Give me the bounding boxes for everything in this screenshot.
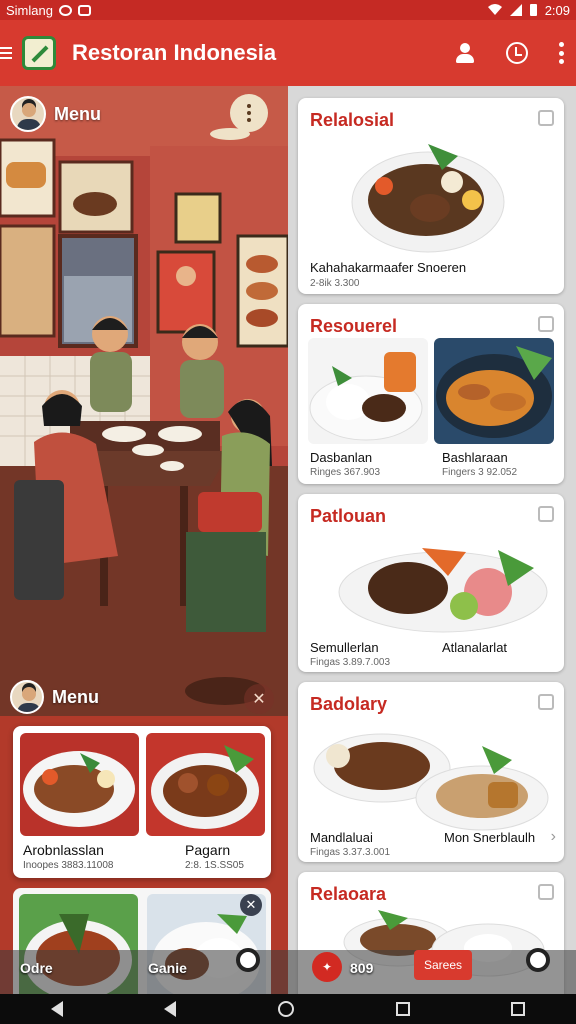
- bookmark-icon[interactable]: [538, 110, 554, 126]
- bottom-item-order[interactable]: Odre: [20, 960, 53, 976]
- logo-icon: [22, 36, 56, 70]
- card-title: Badolary: [310, 694, 388, 714]
- bottom-item-count[interactable]: 809: [350, 960, 373, 976]
- avatar[interactable]: [10, 680, 44, 714]
- bottom-overlay-bar: Odre Ganie 809: [0, 950, 576, 994]
- restaurant-card[interactable]: Badolary Mandlaluai Fingas 3.37.3.001 Mo…: [298, 682, 564, 862]
- card-subcaption: Fingas 3.89.7.003: [310, 657, 391, 668]
- more-horiz-button[interactable]: [230, 94, 268, 132]
- card-caption: Semullerlan: [310, 640, 379, 655]
- card-caption: Mon Snerblaulh: [444, 830, 536, 845]
- card-subcaption: Ringes 367.903: [310, 467, 381, 478]
- notification-icon: [77, 4, 91, 16]
- user-icon[interactable]: [454, 42, 476, 64]
- card-title: Patlouan: [310, 506, 387, 526]
- food-image: [308, 338, 428, 444]
- location-icon[interactable]: ✦: [312, 952, 342, 982]
- left-panel: Menu Menu ✕ Arobnlasslan Inoopes 3883.11…: [0, 86, 288, 994]
- card-subcaption: Fingas 3.37.3.001: [310, 847, 391, 858]
- menu-card-subtitle: Inoopes 3883.11008: [23, 860, 114, 871]
- system-nav-bar: [0, 994, 576, 1024]
- food-image: [338, 528, 548, 636]
- food-image: [434, 338, 554, 444]
- recents-icon[interactable]: [511, 1002, 526, 1016]
- carrier-label: Simlang: [6, 2, 53, 18]
- card-caption: Mandlaluai: [310, 830, 373, 845]
- card-caption: Dasbanlan: [310, 450, 373, 465]
- restaurant-illustration: [0, 86, 288, 716]
- wifi-icon: [487, 4, 502, 15]
- restaurant-card[interactable]: Resouerel Dasbanlan Ringes 367.903 Bashl…: [298, 304, 564, 484]
- card-caption: Kahahakarmaafer Snoeren: [310, 260, 467, 275]
- restaurant-card[interactable]: Patlouan Semullerlan Fingas 3.89.7.003 A…: [298, 494, 564, 672]
- home-icon[interactable]: [277, 1001, 294, 1017]
- sync-icon: [58, 4, 72, 16]
- card-title: Relalosial: [310, 110, 395, 130]
- chevron-right-icon[interactable]: ›: [551, 828, 556, 846]
- back-icon[interactable]: [164, 1001, 177, 1017]
- app-bar: Restoran Indonesia: [0, 20, 576, 86]
- food-image: [312, 716, 552, 834]
- food-image: [20, 733, 139, 836]
- menu-card[interactable]: Arobnlasslan Inoopes 3883.11008 Pagarn 2…: [13, 726, 271, 878]
- card-subcaption: Fingers 3 92.052: [442, 467, 518, 478]
- recents-icon[interactable]: [395, 1002, 410, 1016]
- left-header: Menu: [10, 96, 101, 132]
- close-icon[interactable]: ✕: [244, 684, 274, 714]
- menu-card-subtitle: 2:8. 1S.SS05: [185, 860, 244, 871]
- menu-icon[interactable]: [0, 47, 12, 59]
- battery-icon: [529, 4, 537, 16]
- bookmark-icon[interactable]: [538, 884, 554, 900]
- left-subheader: Menu: [10, 680, 99, 714]
- card-caption: Bashlaraan: [442, 450, 508, 465]
- card-caption: Atlanalarlat: [442, 640, 508, 655]
- clock-time: 2:09: [544, 2, 570, 18]
- more-vert-icon[interactable]: [558, 42, 564, 64]
- back-icon[interactable]: [50, 1001, 63, 1017]
- bookmark-icon[interactable]: [538, 694, 554, 710]
- bookmark-icon[interactable]: [538, 316, 554, 332]
- right-panel: Relalosial Kahahakarmaafer Snoeren 2-8ik…: [288, 86, 576, 994]
- record-icon[interactable]: [236, 948, 260, 972]
- signal-icon: [509, 4, 522, 16]
- card-title: Resouerel: [310, 316, 398, 336]
- status-bar: Simlang 2:09: [0, 0, 576, 20]
- menu-card-title: Pagarn: [185, 842, 231, 858]
- bookmark-icon[interactable]: [538, 506, 554, 522]
- record-icon[interactable]: [526, 948, 550, 972]
- avatar[interactable]: [10, 96, 46, 132]
- card-subcaption: 2-8ik 3.300: [310, 278, 360, 289]
- restaurant-card[interactable]: Relalosial Kahahakarmaafer Snoeren 2-8ik…: [298, 98, 564, 294]
- bottom-item-game[interactable]: Ganie: [148, 960, 187, 976]
- left-header-label: Menu: [54, 103, 101, 124]
- close-icon[interactable]: ✕: [240, 894, 262, 916]
- action-button[interactable]: Sarees: [414, 950, 472, 980]
- menu-card-title: Arobnlasslan: [23, 842, 104, 858]
- clock-icon[interactable]: [506, 42, 528, 64]
- food-image: [146, 733, 265, 836]
- left-subheader-label: Menu: [52, 686, 99, 707]
- food-image: [348, 134, 508, 258]
- app-title: Restoran Indonesia: [72, 40, 277, 65]
